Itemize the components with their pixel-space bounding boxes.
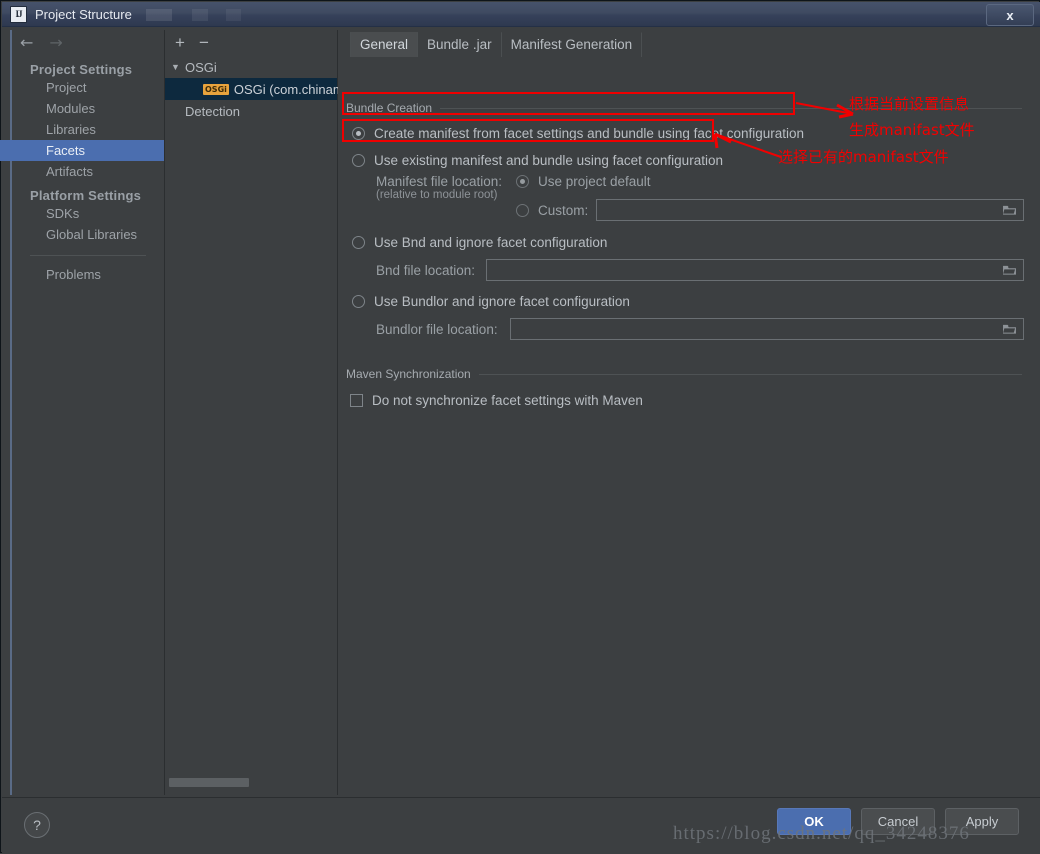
radio-custom-manifest-row[interactable]: Custom:	[516, 203, 588, 218]
manifest-location-title: Manifest file location:	[376, 174, 503, 189]
radio-use-existing-manifest-label: Use existing manifest and bundle using f…	[374, 153, 723, 168]
bundlor-file-location-label: Bundlor file location:	[376, 322, 498, 337]
intellij-idea-icon: IJ	[10, 5, 27, 23]
remove-facet-icon[interactable]: −	[199, 34, 209, 51]
osgi-badge-icon: OSGi	[203, 83, 229, 95]
settings-sidebar: ← → Project Settings Project Modules Lib…	[0, 30, 164, 795]
sidebar-navigation: ← →	[12, 30, 164, 56]
apply-button[interactable]: Apply	[945, 808, 1019, 835]
folder-icon[interactable]	[1002, 323, 1017, 335]
dialog-content: ← → Project Settings Project Modules Lib…	[0, 27, 1040, 797]
radio-use-project-default-label: Use project default	[538, 174, 651, 189]
sidebar-group-project-settings: Project Settings	[30, 62, 133, 77]
ok-button[interactable]: OK	[777, 808, 851, 835]
sidebar-item-project[interactable]: Project	[12, 77, 164, 98]
group-divider-line	[478, 373, 1022, 375]
group-label: Bundle Creation	[346, 101, 433, 115]
annotation-note2: 选择已有的manifast文件	[778, 148, 949, 166]
close-button[interactable]: x	[986, 4, 1034, 26]
radio-create-manifest-row[interactable]: Create manifest from facet settings and …	[352, 126, 804, 141]
radio-use-bundlor-row[interactable]: Use Bundlor and ignore facet configurati…	[352, 294, 630, 309]
sidebar-item-facets[interactable]: Facets	[0, 140, 164, 161]
bundlor-file-location-input[interactable]	[510, 318, 1024, 340]
radio-use-bundlor-icon[interactable]	[352, 295, 365, 308]
sidebar-item-libraries[interactable]: Libraries	[12, 119, 164, 140]
sidebar-divider	[30, 255, 146, 256]
checkbox-do-not-sync-label: Do not synchronize facet settings with M…	[372, 393, 643, 408]
sidebar-item-problems[interactable]: Problems	[12, 264, 164, 285]
sidebar-item-global-libraries[interactable]: Global Libraries	[12, 224, 164, 245]
radio-create-manifest-icon[interactable]	[352, 127, 365, 140]
add-facet-icon[interactable]: +	[175, 34, 185, 51]
tree-row-detection[interactable]: Detection	[165, 100, 337, 122]
radio-use-bnd-icon[interactable]	[352, 236, 365, 249]
facet-tab-bar: General Bundle .jar Manifest Generation	[338, 30, 1036, 58]
manifest-location-label: Manifest file location: (relative to mod…	[376, 174, 502, 201]
project-structure-dialog: IJ Project Structure x ← → Project Setti…	[0, 0, 1040, 854]
tree-row-label: OSGi (com.chinamol	[233, 81, 354, 97]
checkbox-do-not-sync-icon[interactable]	[350, 394, 363, 407]
tree-row-osgi-group[interactable]: ▼ OSGi	[165, 56, 337, 78]
facet-tree-toolbar: + −	[165, 30, 337, 56]
manifest-location-subtitle: (relative to module root)	[376, 189, 498, 201]
group-label: Maven Synchronization	[346, 367, 471, 381]
radio-custom-manifest-label: Custom:	[538, 203, 589, 218]
back-arrow-icon[interactable]: ←	[20, 35, 33, 51]
scrollbar-thumb[interactable]	[169, 778, 249, 787]
radio-use-existing-manifest-row[interactable]: Use existing manifest and bundle using f…	[352, 153, 723, 168]
radio-use-bnd-label: Use Bnd and ignore facet configuration	[374, 235, 608, 250]
bnd-file-location-input[interactable]	[486, 259, 1024, 281]
folder-icon[interactable]	[1002, 264, 1017, 276]
sidebar-item-sdks[interactable]: SDKs	[12, 203, 164, 224]
radio-use-existing-manifest-icon[interactable]	[352, 154, 365, 167]
annotation-note1-line1: 根据当前设置信息	[849, 95, 970, 113]
radio-use-bnd-row[interactable]: Use Bnd and ignore facet configuration	[352, 235, 607, 250]
sidebar-item-modules[interactable]: Modules	[12, 98, 164, 119]
facet-settings-panel: General Bundle .jar Manifest Generation …	[338, 30, 1036, 795]
sidebar-group-platform-settings: Platform Settings	[30, 188, 142, 203]
radio-use-project-default-row[interactable]: Use project default	[516, 174, 651, 189]
title-bar: IJ Project Structure x	[2, 2, 1040, 27]
tree-row-label: OSGi	[185, 59, 217, 75]
general-tab-content: Bundle Creation Create manifest from fac…	[338, 57, 1036, 795]
bnd-file-location-label: Bnd file location:	[376, 263, 476, 278]
cancel-button[interactable]: Cancel	[861, 808, 935, 835]
group-header-maven-synchronization: Maven Synchronization	[338, 367, 1036, 381]
checkbox-do-not-sync-row[interactable]: Do not synchronize facet settings with M…	[350, 393, 643, 408]
title-bar-ghost-decoration	[145, 9, 316, 21]
tab-bundle-jar[interactable]: Bundle .jar	[417, 32, 502, 57]
sidebar-item-artifacts[interactable]: Artifacts	[12, 161, 164, 182]
custom-manifest-input[interactable]	[596, 199, 1024, 221]
radio-custom-manifest-icon[interactable]	[516, 204, 529, 217]
radio-use-project-default-icon[interactable]	[516, 175, 529, 188]
forward-arrow-icon[interactable]: →	[49, 35, 62, 51]
chevron-down-icon[interactable]: ▼	[171, 62, 185, 72]
tab-manifest-generation[interactable]: Manifest Generation	[500, 32, 643, 57]
tree-row-label: Detection	[185, 103, 240, 119]
radio-create-manifest-label: Create manifest from facet settings and …	[374, 126, 804, 141]
dialog-footer: ? OK Cancel Apply	[2, 797, 1040, 854]
tree-horizontal-scrollbar[interactable]	[167, 777, 335, 788]
tree-row-osgi-facet[interactable]: OSGi OSGi (com.chinamol	[165, 78, 354, 100]
annotation-note1-line2: 生成manifast文件	[849, 121, 975, 139]
folder-icon[interactable]	[1002, 204, 1017, 216]
help-button[interactable]: ?	[24, 812, 50, 838]
facet-tree-panel: + − ▼ OSGi OSGi OSGi (com.chinamol Detec…	[164, 30, 354, 795]
window-title: Project Structure	[35, 6, 132, 22]
tab-general[interactable]: General	[350, 32, 419, 57]
radio-use-bundlor-label: Use Bundlor and ignore facet configurati…	[374, 294, 630, 309]
